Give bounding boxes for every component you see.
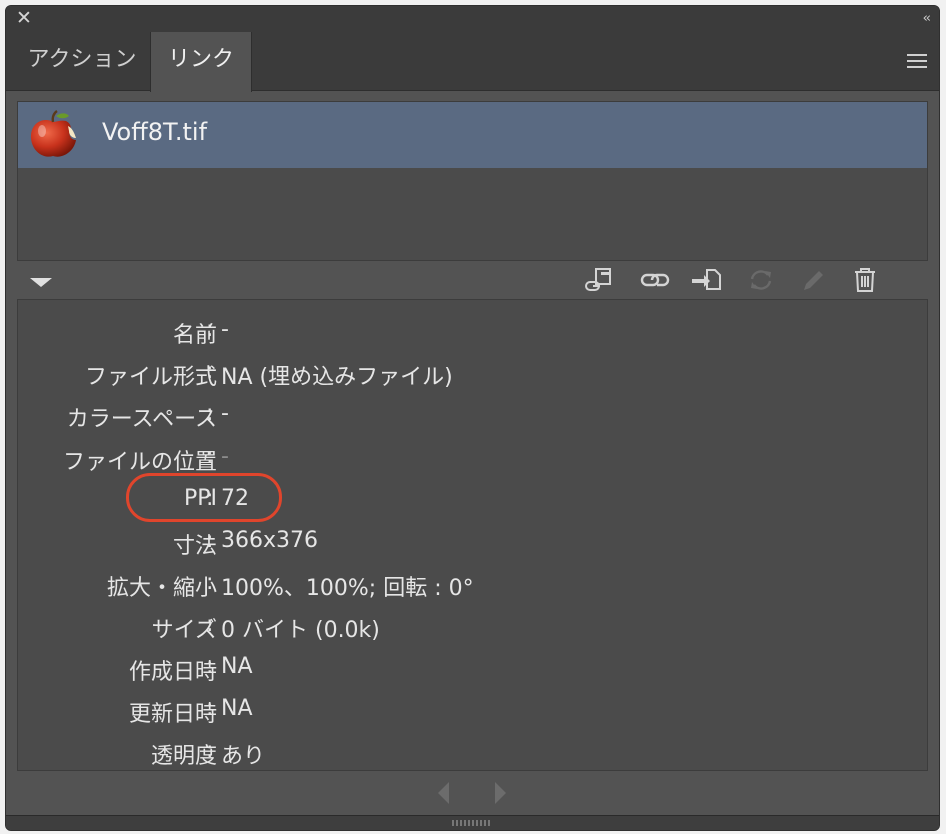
- info-value: NA: [221, 696, 253, 721]
- info-colon: :: [206, 528, 214, 553]
- info-label: 作成日時: [128, 660, 217, 685]
- info-row-file-location: ファイルの位置 : -: [18, 444, 927, 475]
- info-colon: :: [206, 359, 214, 384]
- tab-actions[interactable]: アクション: [14, 32, 150, 91]
- info-value: -: [221, 444, 229, 469]
- info-colon: :: [206, 696, 214, 721]
- collapse-panel-icon[interactable]: ‹‹: [923, 11, 932, 26]
- previous-link-icon[interactable]: [438, 782, 449, 804]
- next-link-icon[interactable]: [495, 782, 506, 804]
- relink-from-libraries-icon[interactable]: [582, 266, 616, 294]
- go-to-link-icon[interactable]: [690, 266, 724, 294]
- apple-thumbnail-icon: [30, 110, 77, 157]
- info-label: ファイル形式: [84, 365, 217, 390]
- resize-grip-icon[interactable]: [452, 820, 492, 826]
- info-value: -: [221, 401, 229, 426]
- tab-bar: アクション リンク: [6, 32, 939, 92]
- info-row-transparency: 透明度 : あり: [18, 738, 927, 769]
- ppi-highlight-annotation: [126, 473, 282, 522]
- info-label: 更新日時: [128, 702, 217, 727]
- info-value: NA (埋め込みファイル): [221, 365, 453, 390]
- info-colon: :: [206, 738, 214, 763]
- info-value: 366x376: [221, 528, 319, 553]
- info-colon: :: [206, 444, 214, 469]
- info-colon: :: [206, 654, 214, 679]
- tab-links[interactable]: リンク: [150, 32, 252, 92]
- update-link-icon: [744, 266, 778, 294]
- show-link-info-disclosure-icon[interactable]: [30, 278, 52, 287]
- info-colon: :: [206, 570, 214, 595]
- info-row-file-format: ファイル形式 : NA (埋め込みファイル): [18, 359, 927, 390]
- info-row-scale: 拡大・縮小 : 100%、100%; 回転 : 0°: [18, 570, 927, 601]
- links-panel: ✕ ‹‹ アクション リンク Voff8T.tif 名前: - ファイル形式 …: [5, 5, 940, 831]
- info-row-created: 作成日時 : NA: [18, 654, 927, 685]
- info-colon: :: [206, 612, 214, 637]
- info-row-size: サイズ : 0 バイト (0.0k): [18, 612, 927, 643]
- info-label: ファイルの位置: [62, 450, 217, 475]
- list-item[interactable]: Voff8T.tif: [18, 102, 927, 168]
- panel-title-bar: ✕ ‹‹: [6, 6, 939, 32]
- relink-icon[interactable]: [637, 266, 671, 294]
- close-icon[interactable]: ✕: [16, 9, 32, 28]
- panel-menu-icon[interactable]: [907, 54, 927, 72]
- info-value: 100%、100%; 回転 : 0°: [221, 576, 474, 601]
- info-label: 拡大・縮小: [106, 576, 217, 601]
- link-info-section: 名前 : - ファイル形式 : NA (埋め込みファイル) カラースペース : …: [17, 299, 928, 771]
- info-value: あり: [221, 744, 266, 769]
- info-row-modified: 更新日時 : NA: [18, 696, 927, 727]
- link-file-name: Voff8T.tif: [102, 118, 208, 146]
- info-value: -: [221, 317, 229, 342]
- delete-icon[interactable]: [848, 266, 882, 294]
- info-label: カラースペース: [66, 407, 217, 432]
- info-row-color-space: カラースペース : -: [18, 401, 927, 432]
- info-value: NA: [221, 654, 253, 679]
- info-row-dimensions: 寸法 : 366x376: [18, 528, 927, 559]
- info-row-name: 名前 : -: [18, 317, 927, 348]
- link-list: Voff8T.tif: [17, 101, 928, 261]
- info-colon: :: [206, 317, 214, 342]
- edit-original-icon: [796, 266, 830, 294]
- info-colon: :: [206, 401, 214, 426]
- panel-bottom-bar: [6, 815, 939, 830]
- info-value: 0 バイト (0.0k): [221, 618, 380, 643]
